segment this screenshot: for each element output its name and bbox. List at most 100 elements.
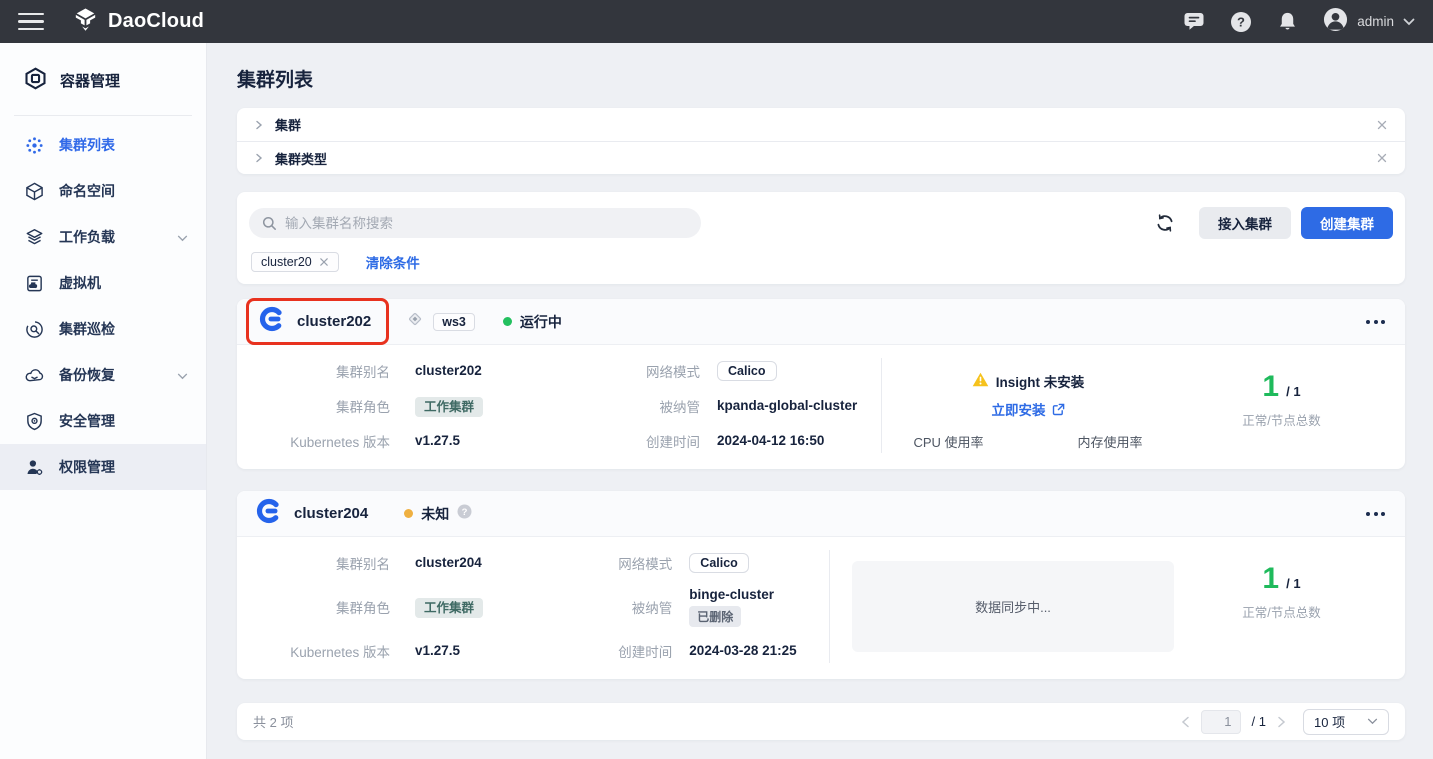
sidebar-item-permission-management[interactable]: 权限管理 — [0, 444, 206, 490]
page-size-value: 10 项 — [1314, 712, 1345, 731]
cluster-name-link[interactable]: cluster202 — [297, 313, 371, 330]
deleted-badge: 已删除 — [689, 606, 741, 627]
total-pages-label: / 1 — [1252, 714, 1266, 729]
k8s-version-label: Kubernetes 版本 — [237, 641, 390, 661]
network-mode-label: 网络模式 — [552, 553, 672, 573]
cluster-inspection-icon — [25, 320, 44, 339]
user-menu[interactable]: admin — [1323, 7, 1415, 37]
current-page-input[interactable] — [1201, 710, 1241, 734]
container-management-icon — [24, 67, 47, 94]
total-items-label: 共 2 项 — [253, 712, 293, 731]
cluster-logo-icon — [255, 497, 283, 530]
active-filter-chip[interactable]: cluster20 — [251, 252, 339, 272]
close-icon[interactable] — [1376, 152, 1388, 164]
search-box[interactable] — [249, 208, 701, 238]
role-badge: 工作集群 — [415, 397, 483, 417]
network-mode-tag: Calico — [717, 361, 777, 381]
help-icon[interactable]: ? — [1230, 11, 1252, 33]
app-root: DaoCloud ? — [0, 0, 1433, 759]
sidebar: 容器管理 集群列表 命名空间 工作负载 — [0, 43, 207, 759]
sidebar-item-cluster-list[interactable]: 集群列表 — [0, 122, 206, 168]
network-mode-tag: Calico — [689, 553, 749, 573]
sidebar-item-backup-restore[interactable]: 备份恢复 — [0, 352, 206, 398]
cpu-usage-label: CPU 使用率 — [913, 432, 983, 451]
more-actions-icon[interactable] — [1364, 314, 1387, 330]
created-time-label: 创建时间 — [580, 431, 700, 451]
alias-label: 集群别名 — [237, 553, 390, 573]
prev-page-icon[interactable] — [1181, 716, 1190, 728]
daocloud-logo-icon — [72, 6, 99, 38]
chevron-down-icon — [177, 229, 188, 245]
status-help-icon[interactable]: ? — [457, 504, 472, 524]
managed-by-label: 被纳管 — [580, 396, 700, 416]
cluster-name-link[interactable]: cluster204 — [294, 505, 368, 522]
clear-filters-link[interactable]: 清除条件 — [366, 252, 420, 272]
virtual-machine-icon — [25, 274, 44, 293]
join-cluster-button[interactable]: 接入集群 — [1199, 207, 1291, 239]
search-input[interactable] — [285, 216, 688, 231]
network-mode-label: 网络模式 — [580, 361, 700, 381]
data-sync-placeholder: 数据同步中... — [852, 561, 1174, 652]
messages-icon[interactable] — [1183, 12, 1205, 31]
insight-status-label: Insight 未安装 — [996, 371, 1085, 391]
menu-toggle-icon[interactable] — [18, 13, 44, 31]
sidebar-divider — [14, 115, 192, 116]
sidebar-item-label: 权限管理 — [59, 457, 115, 477]
managed-by-value: kpanda-global-cluster — [717, 398, 857, 413]
workspace-tag[interactable]: ws3 — [433, 313, 475, 331]
remove-filter-icon[interactable] — [319, 257, 329, 267]
alias-value: cluster204 — [415, 555, 482, 570]
filter-label: 集群类型 — [275, 149, 327, 168]
sidebar-item-cluster-inspection[interactable]: 集群巡检 — [0, 306, 206, 352]
status-label: 运行中 — [520, 312, 562, 332]
cluster-list-icon — [25, 136, 44, 155]
install-insight-link[interactable]: 立即安装 — [992, 399, 1065, 419]
created-time-label: 创建时间 — [552, 641, 672, 661]
notifications-bell-icon[interactable] — [1277, 11, 1298, 33]
close-icon[interactable] — [1376, 119, 1388, 131]
topbar: DaoCloud ? — [0, 0, 1433, 43]
sidebar-item-workload[interactable]: 工作负载 — [0, 214, 206, 260]
status-dot-running — [503, 317, 512, 326]
filter-row-cluster[interactable]: 集群 — [237, 108, 1405, 141]
brand: DaoCloud — [72, 6, 204, 38]
sidebar-item-label: 备份恢复 — [59, 365, 115, 385]
sidebar-item-virtual-machine[interactable]: 虚拟机 — [0, 260, 206, 306]
sidebar-item-namespace[interactable]: 命名空间 — [0, 168, 206, 214]
managed-by-label: 被纳管 — [552, 597, 672, 617]
more-actions-icon[interactable] — [1364, 506, 1387, 522]
filter-label: 集群 — [275, 115, 301, 134]
alias-label: 集群别名 — [237, 361, 390, 381]
sidebar-item-label: 集群列表 — [59, 135, 115, 155]
chevron-down-icon — [1367, 718, 1378, 725]
filter-row-cluster-type[interactable]: 集群类型 — [237, 141, 1405, 174]
refresh-icon[interactable] — [1155, 213, 1175, 233]
created-time-value: 2024-03-28 21:25 — [689, 643, 796, 658]
external-link-icon — [1052, 403, 1065, 416]
nodes-summary-label: 正常/节点总数 — [1242, 602, 1320, 621]
page-title: 集群列表 — [237, 65, 1405, 92]
k8s-version-value: v1.27.5 — [415, 643, 460, 658]
k8s-version-label: Kubernetes 版本 — [237, 431, 390, 451]
alias-value: cluster202 — [415, 363, 482, 378]
sidebar-item-security-management[interactable]: 安全管理 — [0, 398, 206, 444]
role-badge: 工作集群 — [415, 598, 483, 618]
next-page-icon[interactable] — [1277, 716, 1286, 728]
brand-name: DaoCloud — [108, 10, 204, 33]
svg-text:?: ? — [462, 507, 468, 518]
role-label: 集群角色 — [237, 597, 390, 617]
filter-panel: 集群 集群类型 — [237, 108, 1405, 174]
username-label: admin — [1357, 14, 1394, 29]
sidebar-item-label: 虚拟机 — [59, 273, 101, 293]
search-icon — [262, 216, 277, 231]
user-chevron-down-icon — [1403, 13, 1415, 31]
page-size-select[interactable]: 10 项 — [1303, 709, 1389, 735]
cluster-status: 运行中 — [503, 312, 562, 332]
create-cluster-button[interactable]: 创建集群 — [1301, 207, 1393, 239]
security-shield-icon — [25, 412, 44, 431]
pagination-bar: 共 2 项 / 1 10 项 — [237, 703, 1405, 740]
cluster-card-cluster204: cluster204 未知 ? 集群别 — [237, 491, 1405, 679]
nodes-summary-label: 正常/节点总数 — [1242, 410, 1320, 429]
module-title: 容器管理 — [0, 43, 206, 115]
filter-chip-label: cluster20 — [261, 255, 312, 269]
